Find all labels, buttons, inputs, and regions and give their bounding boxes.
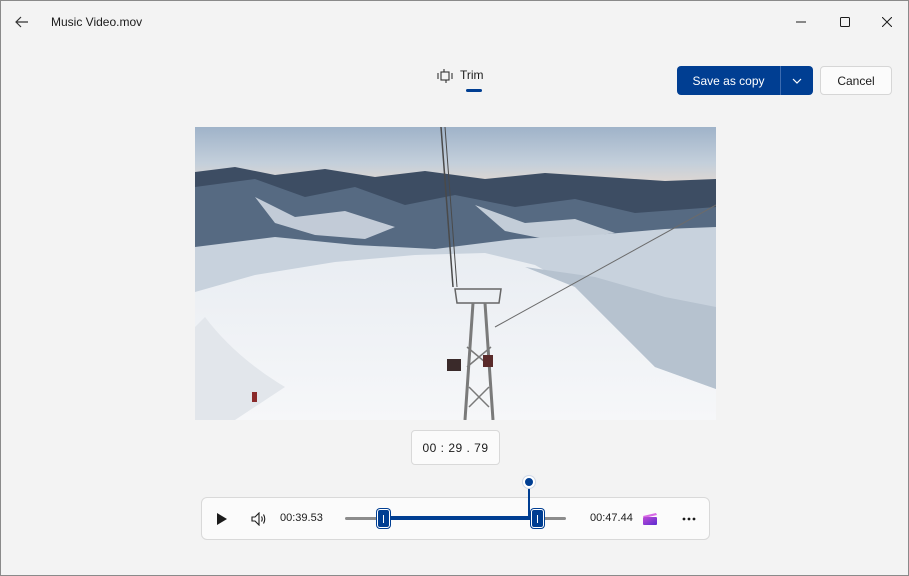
window-title: Music Video.mov [51,15,143,29]
video-preview [195,127,716,420]
trim-start-time: 00:39.53 [280,512,323,524]
clipchamp-icon [643,513,657,525]
play-button[interactable] [210,507,234,531]
maximize-button[interactable] [823,1,867,43]
tab-active-indicator [466,89,482,92]
maximize-icon [840,17,850,27]
close-icon [882,17,892,27]
minimize-icon [796,21,806,23]
save-options-dropdown[interactable] [781,66,813,95]
trim-selection [383,516,537,520]
tab-trim-label: Trim [460,68,484,82]
cancel-button[interactable]: Cancel [820,66,892,95]
save-split-button: Save as copy [677,66,813,95]
close-button[interactable] [865,1,909,43]
back-arrow-icon [15,16,28,28]
playhead-handle[interactable] [523,476,535,488]
clipchamp-button[interactable] [640,509,660,529]
minimize-button[interactable] [779,1,823,43]
current-time-display: 00 : 29 . 79 [411,430,500,465]
video-frame-image [195,127,716,420]
volume-icon [251,512,266,526]
trim-icon [437,69,453,83]
trim-start-handle[interactable] [377,509,390,528]
playhead-line [528,485,530,519]
back-button[interactable] [7,9,37,35]
save-as-copy-button[interactable]: Save as copy [677,66,781,95]
play-icon [217,513,227,525]
tab-trim[interactable]: Trim [437,63,493,93]
more-icon [682,517,696,521]
trim-end-time: 00:47.44 [590,512,633,524]
title-bar: Music Video.mov [1,1,908,43]
more-options-button[interactable] [677,507,701,531]
chevron-down-icon [792,78,802,84]
trim-end-handle[interactable] [531,509,544,528]
volume-button[interactable] [247,507,271,531]
